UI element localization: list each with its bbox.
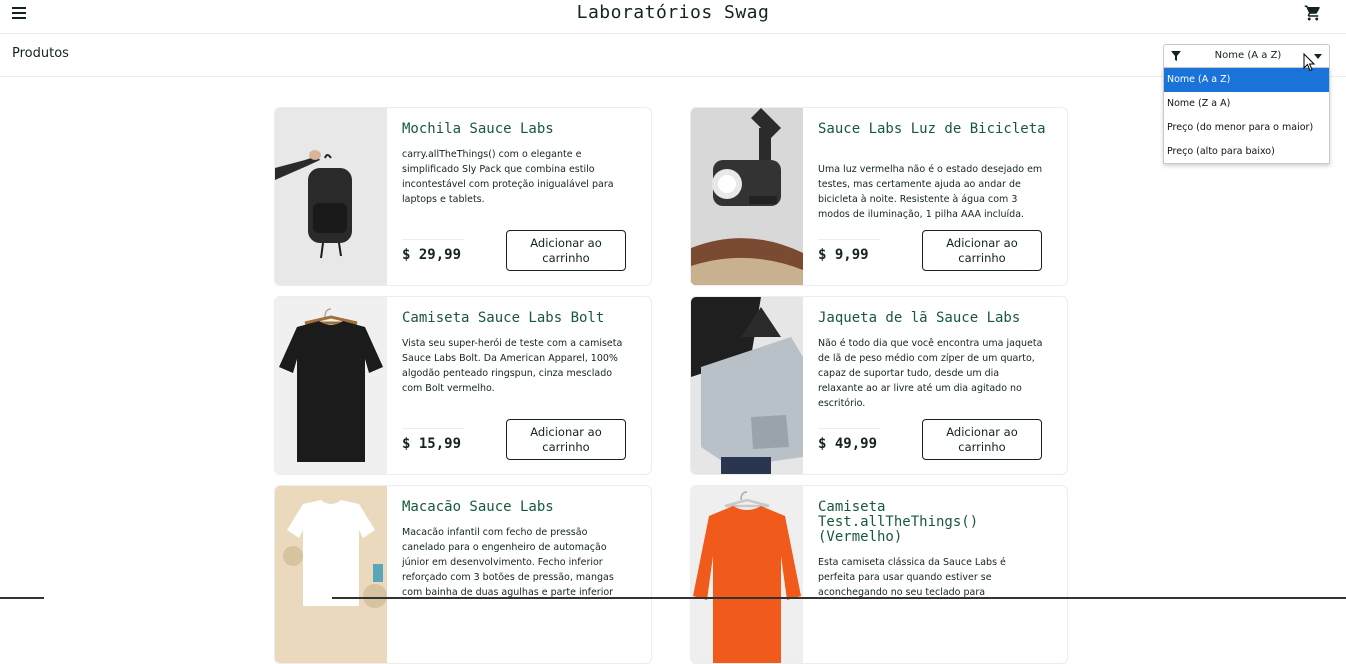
divider (0, 597, 44, 599)
product-description: Esta camiseta clássica da Sauce Labs é p… (818, 557, 1006, 598)
secondary-header: Produtos (0, 34, 1346, 77)
product-name[interactable]: Macacão Sauce Labs (402, 500, 632, 515)
filter-icon (1171, 51, 1181, 61)
inventory-list: Mochila Sauce Labs carry.allTheThings() … (0, 77, 1346, 664)
caret-down-icon (1314, 54, 1322, 59)
product-name[interactable]: Jaqueta de lã Sauce Labs (818, 311, 1048, 326)
app-title: Laboratórios Swag (576, 2, 770, 23)
product-description: Não é todo dia que você encontra uma jaq… (818, 338, 1043, 409)
product-name[interactable]: Camiseta Test.allTheThings() (Vermelho) (818, 500, 1048, 545)
onesie-image[interactable] (275, 486, 387, 663)
product-price: $ 29,99 (402, 247, 462, 263)
bike-light-image[interactable] (691, 108, 803, 285)
product-description: carry.allTheThings() com o elegante e si… (402, 149, 614, 205)
product-name[interactable]: Sauce Labs Luz de Bicicleta (818, 122, 1048, 137)
divider (402, 428, 464, 429)
inventory-item: Mochila Sauce Labs carry.allTheThings() … (274, 107, 652, 286)
add-to-cart-button[interactable]: Adicionar ao carrinho (506, 230, 626, 271)
inventory-item: Camiseta Test.allTheThings() (Vermelho) … (690, 485, 1068, 664)
divider (818, 428, 880, 429)
product-description: Macacão infantil com fecho de pressão ca… (402, 527, 614, 598)
sort-selected-value: Nome (A a Z) (1214, 50, 1282, 61)
backpack-image[interactable] (275, 108, 387, 285)
page-title: Produtos (12, 46, 69, 61)
hamburger-menu-icon[interactable] (12, 7, 26, 21)
add-to-cart-button[interactable]: Adicionar ao carrinho (922, 230, 1042, 271)
inventory-item: Macacão Sauce Labs Macacão infantil com … (274, 485, 652, 664)
product-name[interactable]: Camiseta Sauce Labs Bolt (402, 311, 632, 326)
sort-dropdown[interactable]: Nome (A a Z) (1163, 44, 1330, 67)
add-to-cart-button[interactable]: Adicionar ao carrinho (922, 419, 1042, 460)
shopping-cart-icon[interactable] (1304, 4, 1322, 22)
divider (818, 239, 880, 240)
product-price: $ 9,99 (818, 247, 869, 263)
red-tshirt-image[interactable] (691, 486, 803, 663)
inventory-item: Camiseta Sauce Labs Bolt Vista seu super… (274, 296, 652, 475)
fleece-jacket-image[interactable] (691, 297, 803, 474)
inventory-item: Jaqueta de lã Sauce Labs Não é todo dia … (690, 296, 1068, 475)
product-name[interactable]: Mochila Sauce Labs (402, 122, 632, 137)
product-price: $ 49,99 (818, 436, 878, 452)
divider (332, 597, 1346, 599)
add-to-cart-button[interactable]: Adicionar ao carrinho (506, 419, 626, 460)
bolt-tshirt-image[interactable] (275, 297, 387, 474)
product-description: Uma luz vermelha não é o estado desejado… (818, 164, 1043, 220)
divider (402, 239, 464, 240)
product-price: $ 15,99 (402, 436, 462, 452)
app-header: Laboratórios Swag (0, 0, 1346, 34)
product-description: Vista seu super-herói de teste com a cam… (402, 338, 623, 394)
inventory-item: Sauce Labs Luz de Bicicleta Uma luz verm… (690, 107, 1068, 286)
